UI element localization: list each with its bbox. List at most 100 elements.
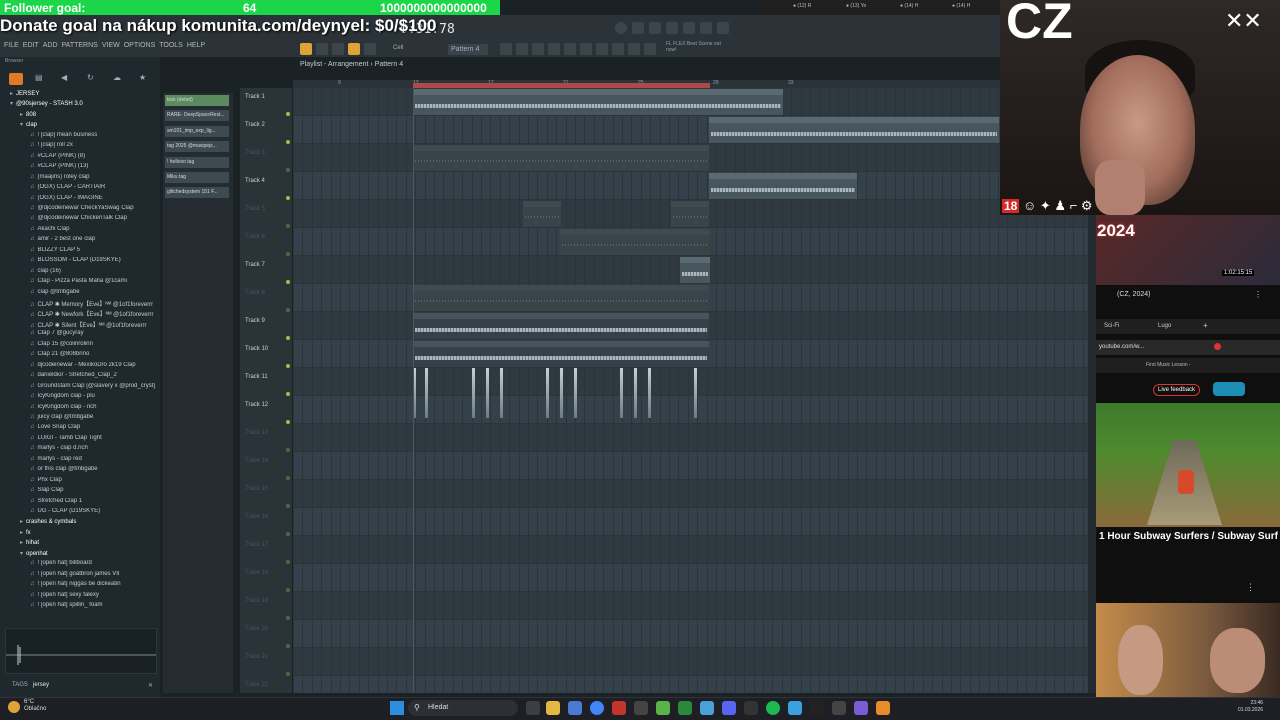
browser-folder[interactable]: ▸ 808: [20, 111, 175, 121]
plugin-db-button[interactable]: [580, 43, 592, 55]
browser-file[interactable]: ♫ amir - 2 best one clap: [30, 236, 185, 246]
audio-clip[interactable]: glitchedsystem 151 Fm @jayBbum: [560, 229, 710, 255]
browser-file[interactable]: ♫ CLAP ✱ Silent【Eve】ᴺᴹ @1of1foreverrr: [30, 320, 185, 330]
stop-button[interactable]: [332, 43, 344, 55]
browser-file[interactable]: ♫ Clap 7 @gucyray: [30, 330, 185, 340]
track-enable-led[interactable]: [286, 420, 290, 424]
menu-item-file[interactable]: FILE: [4, 42, 19, 49]
more-options-icon[interactable]: ⋮: [1246, 582, 1255, 593]
audio-clip[interactable]: glitchedsystem 151 Fm @jayBbum: [709, 173, 857, 199]
track-enable-led[interactable]: [286, 364, 290, 368]
browser-folder[interactable]: ▾ openhat: [20, 550, 175, 560]
track-name[interactable]: Track 8: [245, 290, 265, 296]
browser-file[interactable]: ♫ CLAP ✱ Memory【Eve】ᴺᴹ @1of1foreverrr: [30, 299, 185, 309]
browser-file[interactable]: ♫ clap @tmbgabe: [30, 289, 185, 299]
track-name[interactable]: Track 1: [245, 94, 265, 100]
store-icon[interactable]: [568, 701, 582, 715]
tempo-button[interactable]: [596, 43, 608, 55]
track-name[interactable]: Track 5: [245, 206, 265, 212]
browser-file[interactable]: ♫ IcyKingdom clap - plu: [30, 393, 185, 403]
track-enable-led[interactable]: [286, 140, 290, 144]
track-enable-led[interactable]: [286, 280, 290, 284]
fx-button[interactable]: [644, 43, 656, 55]
piano-roll-button[interactable]: [516, 43, 528, 55]
browser-folder[interactable]: ▸ hihat: [20, 539, 175, 549]
browser-file[interactable]: ♫ LUIGI - Tamb Clap Tight: [30, 435, 185, 445]
back-icon[interactable]: ◀: [61, 73, 75, 85]
track-name[interactable]: Track 11: [245, 374, 268, 380]
menu-item-view[interactable]: VIEW: [102, 42, 120, 49]
browser-file[interactable]: ♫ Clap 21 @808brino: [30, 351, 185, 361]
track-enable-led[interactable]: [286, 308, 290, 312]
excel-icon[interactable]: [678, 701, 692, 715]
address-bar[interactable]: youtube.com/w...: [1096, 340, 1280, 355]
fl-studio-icon[interactable]: [876, 701, 890, 715]
track-name[interactable]: Track 2: [245, 122, 265, 128]
track-name[interactable]: Track 21: [245, 654, 268, 660]
track-enable-led[interactable]: [286, 224, 290, 228]
browser-file[interactable]: ♫ Phx Clap: [30, 477, 185, 487]
pattern-item[interactable]: kick (detod): [165, 95, 229, 106]
menu-item-tools[interactable]: TOOLS: [159, 42, 183, 49]
weather-widget[interactable]: 6°C Oblačno: [24, 699, 46, 713]
tools-button[interactable]: [628, 43, 640, 55]
browser-tab[interactable]: ● (13) Yo: [846, 3, 866, 9]
audio-clip[interactable]: glitchedsystem 151 Fm @jayBbum: [680, 257, 710, 283]
browser-file[interactable]: ♫ BLIZZY CLAP 5: [30, 247, 185, 257]
track-enable-led[interactable]: [286, 560, 290, 564]
playlist-button[interactable]: [500, 43, 512, 55]
app-icon[interactable]: [656, 701, 670, 715]
pattern-selector[interactable]: Pattern 4: [448, 44, 488, 55]
track-enable-led[interactable]: [286, 504, 290, 508]
browser-file[interactable]: ♫ #CLAP (PINK) (13): [30, 163, 185, 173]
app-icon[interactable]: [700, 701, 714, 715]
obs-icon[interactable]: [854, 701, 868, 715]
audio-clip[interactable]: Pattern 4: [413, 341, 709, 367]
playhead[interactable]: [413, 88, 414, 693]
live-feedback-button[interactable]: Live feedback: [1153, 384, 1201, 396]
audio-clip[interactable]: glitchedsystem 151 Fm @jayBbum: [671, 201, 709, 227]
track-name[interactable]: Track 6: [245, 234, 265, 240]
browser-file[interactable]: ♫ Groundstam Clap [@slavery x @prod_cryst…: [30, 383, 185, 393]
new-tab-icon[interactable]: +: [1203, 321, 1208, 330]
start-icon[interactable]: [390, 701, 404, 715]
app-icon[interactable]: [788, 701, 802, 715]
pattern-item[interactable]: tag 2025 @maxipejs...: [165, 141, 229, 153]
pattern-item[interactable]: Miku tag: [165, 172, 229, 183]
star-icon[interactable]: ★: [139, 73, 153, 85]
browser-folder[interactable]: ▸ JERSEY: [10, 90, 165, 100]
browser-file[interactable]: ♫! [open hat] niggas be dickeatin: [30, 581, 185, 591]
browser-file[interactable]: ♫ danieldior - Stretched_Clap_2: [30, 372, 185, 382]
sample-preview[interactable]: [5, 628, 157, 674]
audio-clip[interactable]: glitchedsystem 151 Fm @jayBbum: [413, 145, 709, 171]
play-button[interactable]: [316, 43, 328, 55]
track-name[interactable]: Track 4: [245, 178, 265, 184]
track-name[interactable]: Track 18: [245, 570, 268, 576]
audio-clip[interactable]: glitchedsystem 151 Fm @jayBbum: [523, 201, 561, 227]
track-enable-led[interactable]: [286, 672, 290, 676]
news-panel[interactable]: FL FLEX Best Scene out now!: [666, 41, 726, 53]
track-enable-led[interactable]: [286, 196, 290, 200]
video-title[interactable]: 1 Hour Subway Surfers / Subway Surf: [1099, 531, 1278, 542]
menu-item-options[interactable]: OPTIONS: [124, 42, 156, 49]
track-enable-led[interactable]: [286, 532, 290, 536]
track-enable-led[interactable]: [286, 616, 290, 620]
track-enable-led[interactable]: [286, 336, 290, 340]
snap-cell-label[interactable]: Cell: [393, 45, 403, 51]
browser-folder[interactable]: ▾ @90sjersey - STASH 3.0: [10, 100, 165, 110]
pattern-mode-button[interactable]: [300, 43, 312, 55]
browser-file[interactable]: ♫ or this clap @tmbgabe: [30, 466, 185, 476]
discord-icon[interactable]: [722, 701, 736, 715]
browser-file[interactable]: ♫ @djcodeinewar CheckYaSwag Clap: [30, 205, 185, 215]
browser-file[interactable]: ♫ UG - CLAP (D19SKYE): [30, 508, 185, 518]
bookmark-item[interactable]: First Music Lesson -: [1146, 362, 1191, 368]
record-icon[interactable]: [1214, 343, 1221, 350]
track-enable-led[interactable]: [286, 644, 290, 648]
track-enable-led[interactable]: [286, 588, 290, 592]
browser-button[interactable]: [564, 43, 576, 55]
file-explorer-icon[interactable]: [546, 701, 560, 715]
track-enable-led[interactable]: [286, 252, 290, 256]
browser-file[interactable]: ♫! [open hat] spillin_ foam: [30, 602, 185, 612]
pattern-item[interactable]: glitchedsystem 151 F...: [165, 187, 229, 199]
track-name[interactable]: Track 13: [245, 430, 268, 436]
